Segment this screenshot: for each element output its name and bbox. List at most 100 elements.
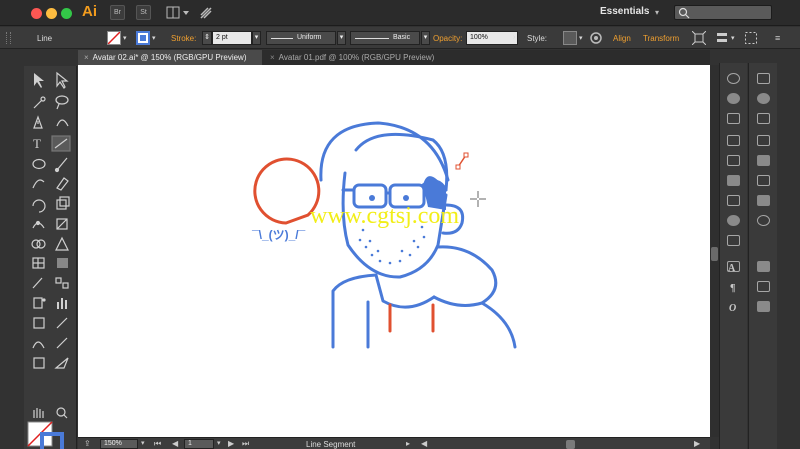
stroke-swatch[interactable] [136,31,150,45]
transform-panel-icon[interactable] [757,215,770,226]
appearance-icon[interactable] [727,235,740,246]
curvature-icon[interactable] [56,119,69,127]
artboard-icon[interactable] [33,317,45,329]
scroll-right-icon[interactable]: ▶ [694,439,700,448]
gpu-performance-button[interactable] [198,5,214,23]
fill-stroke-swatches[interactable] [27,421,64,449]
last-artboard-icon[interactable]: ⏭ [242,439,249,449]
arrange-options-button[interactable] [715,31,729,47]
knife-icon[interactable] [54,357,69,369]
first-artboard-icon[interactable]: ⏮ [154,439,161,449]
arrange-documents-button[interactable] [166,6,190,20]
perspective-icon[interactable] [55,236,69,251]
stock-button[interactable]: St [136,5,151,20]
creative-cloud-icon[interactable] [757,93,770,104]
zoom-window-button[interactable] [61,8,72,19]
panel-gripper[interactable] [6,32,11,44]
pen-icon[interactable] [33,115,43,129]
gradient-panel-icon[interactable] [727,195,740,206]
gradient-icon[interactable] [57,258,68,268]
fill-swatch[interactable] [107,31,121,45]
close-window-button[interactable] [31,8,42,19]
ellipse-icon[interactable] [32,158,46,170]
chevron-down-icon[interactable]: ▾ [217,439,221,447]
close-icon[interactable]: × [84,53,89,62]
artboards-icon[interactable] [757,135,770,146]
rotate-icon[interactable] [32,199,46,213]
properties-icon[interactable] [757,113,770,124]
next-artboard-icon[interactable]: ▶ [228,439,234,448]
brushes-icon[interactable] [727,135,740,146]
zoom-level-field[interactable]: 150% [100,439,138,449]
stroke-panel-icon[interactable] [727,175,740,186]
recolor-artwork-button[interactable] [590,32,602,46]
chevron-down-icon[interactable]: ▾ [421,31,430,45]
avatar-artwork[interactable] [78,65,710,437]
status-menu-icon[interactable]: ▸ [406,439,410,448]
direct-selection-icon[interactable] [56,71,69,89]
graph-icon[interactable] [57,298,67,309]
variable-width-profile-dropdown[interactable]: Uniform [266,31,336,45]
chevron-down-icon[interactable]: ▾ [152,34,156,42]
stroke-weight-field[interactable]: 2 pt [212,31,252,45]
transparency-icon[interactable] [727,215,740,226]
stroke-weight-dropdown[interactable]: ▾ [252,31,261,45]
asset-export-icon[interactable] [757,155,770,166]
paragraph-icon[interactable]: ¶ [730,283,735,294]
warp-icon[interactable] [32,341,45,349]
chevron-right-icon[interactable]: › [513,34,515,41]
lasso-icon[interactable] [55,95,69,110]
pathfinder-icon[interactable] [757,195,770,206]
zoom-icon[interactable] [56,407,68,419]
eyedropper-icon[interactable] [32,277,43,289]
opacity-field[interactable]: 100% [466,31,518,45]
symbol-sprayer-icon[interactable] [33,297,46,309]
tab-avatar-01[interactable]: × Avatar 01.pdf @ 100% (RGB/GPU Preview) [264,50,444,65]
selection-icon[interactable] [34,73,44,88]
paintbrush-icon[interactable] [54,157,68,173]
width-icon[interactable] [32,220,45,229]
artboard-number-field[interactable]: 1 [184,439,214,449]
align-link[interactable]: Align [613,34,631,43]
layers-icon[interactable] [757,261,770,272]
stroke-link[interactable]: Stroke: [171,34,196,43]
tab-avatar-02[interactable]: × Avatar 02.ai* @ 150% (RGB/GPU Preview) [78,50,262,65]
pencil-icon[interactable] [56,337,68,349]
column-graph-icon[interactable] [33,357,45,369]
opentype-icon[interactable]: O [729,303,736,314]
previous-artboard-icon[interactable]: ◀ [172,439,178,448]
scale-icon[interactable] [56,196,70,210]
panel-menu-icon[interactable]: ≡ [775,33,780,43]
line-segment-icon[interactable] [51,135,71,152]
scroll-thumb[interactable] [711,247,718,261]
swatches-icon[interactable] [727,113,740,124]
brush-definition-dropdown[interactable]: Basic [350,31,420,45]
bridge-button[interactable]: Br [110,5,125,20]
opacity-link[interactable]: Opacity: [433,34,462,43]
free-transform-icon[interactable] [56,218,68,230]
blend-icon[interactable] [55,277,69,289]
workspace-switcher[interactable]: Essentials [600,6,649,17]
minimize-window-button[interactable] [46,8,57,19]
horizontal-scroll-thumb[interactable] [566,440,575,449]
isolate-group-button[interactable] [691,30,707,47]
eraser-icon[interactable] [56,177,69,191]
chevron-down-icon[interactable]: ▾ [579,34,583,42]
stroke-weight-stepper[interactable]: ⇕ [202,31,212,45]
type-icon[interactable]: T [33,136,41,151]
slice-icon[interactable] [56,317,68,329]
shaper-icon[interactable] [32,179,45,189]
color-guide-icon[interactable] [727,93,740,104]
align-panel-icon[interactable] [757,175,770,186]
mesh-icon[interactable] [32,257,45,269]
share-icon[interactable]: ⇪ [84,439,91,448]
magic-wand-icon[interactable] [33,96,46,109]
vertical-scrollbar[interactable] [710,65,719,437]
graphic-style-swatch[interactable] [563,31,577,45]
links-icon[interactable] [757,281,770,292]
character-icon[interactable]: A [728,263,735,274]
more-options-button[interactable] [744,31,758,47]
symbols-icon[interactable] [727,155,740,166]
libraries-icon[interactable] [757,73,770,84]
search-input[interactable] [674,5,772,20]
